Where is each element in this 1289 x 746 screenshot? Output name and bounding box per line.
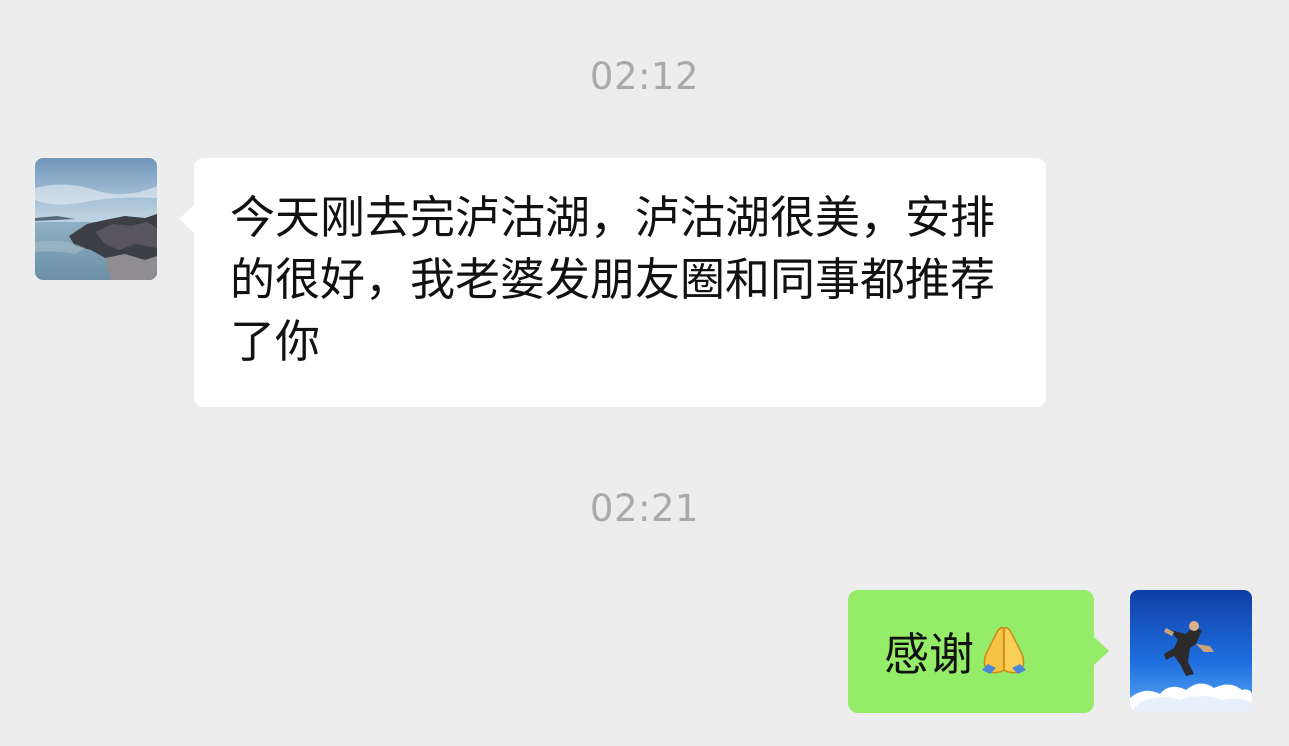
- outgoing-message-bubble[interactable]: 感谢: [848, 590, 1109, 713]
- folded-hands-icon: [976, 620, 1032, 676]
- user-avatar[interactable]: [1130, 590, 1252, 712]
- message-text: 今天刚去完泸沽湖，泸沽湖很美，安排的很好，我老婆发朋友圈和同事都推荐了你: [230, 191, 996, 368]
- contact-avatar[interactable]: [35, 158, 157, 280]
- message-text: 感谢: [884, 628, 975, 681]
- message-timestamp: 02:12: [589, 55, 700, 98]
- message-timestamp: 02:21: [589, 487, 700, 530]
- incoming-message-bubble[interactable]: 今天刚去完泸沽湖，泸沽湖很美，安排的很好，我老婆发朋友圈和同事都推荐了你: [179, 158, 1046, 407]
